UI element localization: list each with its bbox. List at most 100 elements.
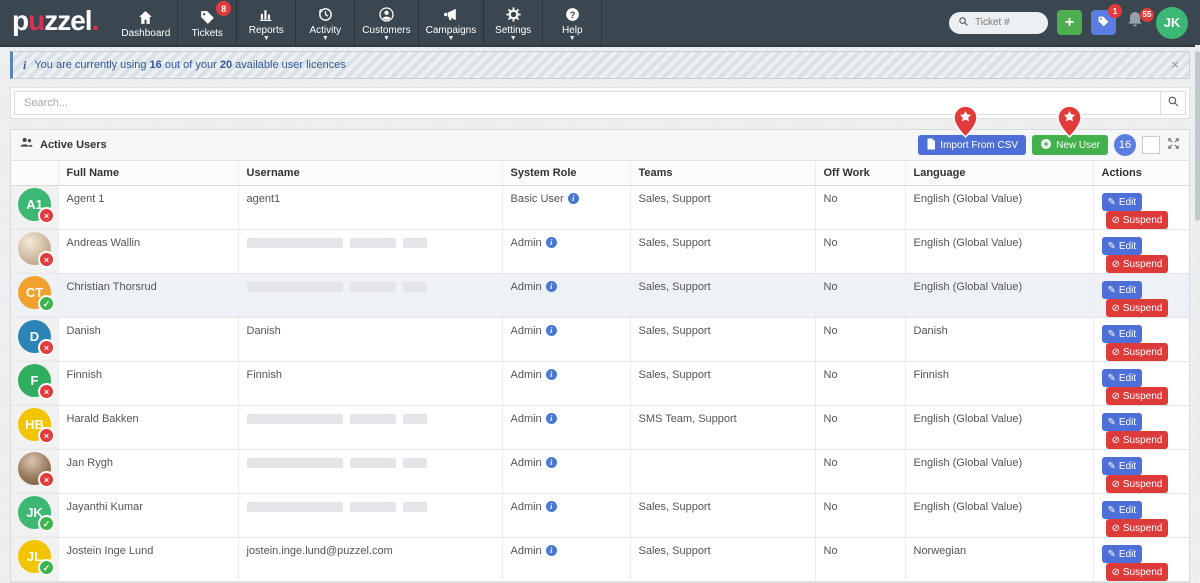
edit-button[interactable]: ✎Edit	[1102, 457, 1143, 475]
edit-button[interactable]: ✎Edit	[1102, 369, 1143, 387]
nav-item-dashboard[interactable]: Dashboard	[114, 0, 178, 45]
puzzel-logo[interactable]: puzzel.	[0, 0, 114, 45]
close-icon[interactable]: ×	[1171, 60, 1179, 70]
edit-button[interactable]: ✎Edit	[1102, 501, 1143, 519]
table-row: CT✓Christian ThorsrudAdminiSales, Suppor…	[11, 274, 1189, 318]
nav-item-tickets[interactable]: 8 Tickets	[178, 0, 237, 45]
language-cell: English (Global Value)	[905, 274, 1093, 318]
my-tickets-button[interactable]: 1	[1091, 10, 1116, 35]
teams-cell: SMS Team, Support	[630, 406, 815, 450]
redacted-text	[350, 502, 396, 512]
suspend-icon: ⊘	[1112, 391, 1120, 402]
system-role-cell: Admini	[502, 494, 630, 538]
suspend-button[interactable]: ⊘Suspend	[1106, 255, 1169, 273]
user-avatar[interactable]: JK	[1156, 7, 1188, 39]
off-work-cell: No	[815, 318, 905, 362]
ticket-search[interactable]	[949, 12, 1048, 34]
search-button[interactable]	[1161, 91, 1186, 115]
nav-item-campaigns[interactable]: Campaigns ▼	[419, 0, 485, 45]
actions-cell: ✎Edit⊘Suspend	[1093, 318, 1189, 362]
redacted-text	[350, 238, 396, 248]
edit-button[interactable]: ✎Edit	[1102, 325, 1143, 343]
info-icon[interactable]: i	[546, 325, 557, 336]
redacted-text	[350, 458, 396, 468]
tag-count-badge: 1	[1108, 4, 1122, 18]
info-icon[interactable]: i	[546, 501, 557, 512]
panel-title: Active Users	[40, 139, 107, 151]
suspend-icon: ⊘	[1112, 303, 1120, 314]
nav-item-activity[interactable]: Activity ▼	[296, 0, 355, 45]
info-icon[interactable]: i	[546, 545, 557, 556]
info-icon[interactable]: i	[546, 281, 557, 292]
panel-checkbox[interactable]	[1142, 136, 1160, 154]
redacted-text	[247, 458, 343, 468]
edit-button[interactable]: ✎Edit	[1102, 193, 1143, 211]
off-work-cell: No	[815, 494, 905, 538]
username-cell: Danish	[238, 318, 502, 362]
active-users-panel: Active Users Import From CSV New User 16	[10, 129, 1190, 583]
language-cell: Danish	[905, 318, 1093, 362]
suspend-button[interactable]: ⊘Suspend	[1106, 211, 1169, 229]
teams-cell: Sales, Support	[630, 274, 815, 318]
suspend-button[interactable]: ⊘Suspend	[1106, 519, 1169, 537]
edit-icon: ✎	[1108, 505, 1116, 516]
offline-badge-icon: ×	[38, 383, 55, 400]
redacted-text	[247, 282, 343, 292]
language-cell: English (Global Value)	[905, 230, 1093, 274]
suspend-button[interactable]: ⊘Suspend	[1106, 387, 1169, 405]
edit-button[interactable]: ✎Edit	[1102, 545, 1143, 563]
edit-button[interactable]: ✎Edit	[1102, 413, 1143, 431]
marker-pin-icon	[1057, 105, 1082, 143]
suspend-icon: ⊘	[1112, 435, 1120, 446]
info-icon[interactable]: i	[546, 457, 557, 468]
suspend-button[interactable]: ⊘Suspend	[1106, 299, 1169, 317]
suspend-button[interactable]: ⊘Suspend	[1106, 431, 1169, 449]
scrollbar[interactable]	[1195, 45, 1200, 494]
system-role-cell: Admini	[502, 318, 630, 362]
edit-button[interactable]: ✎Edit	[1102, 237, 1143, 255]
suspend-button[interactable]: ⊘Suspend	[1106, 343, 1169, 361]
notifications-count-badge: 55	[1140, 8, 1154, 22]
add-ticket-button[interactable]: +	[1057, 10, 1082, 35]
notifications-bell[interactable]: 55	[1125, 11, 1147, 35]
teams-cell	[630, 450, 815, 494]
table-row: A1×Agent 1agent1Basic UseriSales, Suppor…	[11, 186, 1189, 230]
nav-item-help[interactable]: ? Help ▼	[543, 0, 602, 45]
home-icon	[137, 8, 154, 26]
language-cell: Finnish	[905, 362, 1093, 406]
info-icon[interactable]: i	[546, 237, 557, 248]
tag-icon	[199, 8, 216, 26]
redacted-text	[403, 282, 427, 292]
username-cell: agent1	[238, 186, 502, 230]
scrollbar-thumb[interactable]	[1195, 51, 1200, 221]
redacted-text	[403, 458, 427, 468]
button-label: Suspend	[1123, 391, 1162, 402]
info-icon[interactable]: i	[568, 193, 579, 204]
off-work-cell: No	[815, 406, 905, 450]
button-label: Suspend	[1123, 259, 1162, 270]
search-input[interactable]	[14, 91, 1161, 115]
nav-item-reports[interactable]: Reports ▼	[237, 0, 296, 45]
nav-item-customers[interactable]: Customers ▼	[355, 0, 418, 45]
edit-button[interactable]: ✎Edit	[1102, 281, 1143, 299]
full-name-cell: Christian Thorsrud	[58, 274, 238, 318]
users-icon	[19, 136, 34, 154]
search-icon	[958, 14, 969, 32]
fullscreen-button[interactable]	[1166, 136, 1181, 154]
nav-item-settings[interactable]: Settings ▼	[484, 0, 543, 45]
table-row: JL✓Jostein Inge Lundjostein.inge.lund@pu…	[11, 538, 1189, 582]
ticket-number-input[interactable]	[973, 16, 1039, 29]
edit-icon: ✎	[1108, 197, 1116, 208]
avatar: JL✓	[18, 540, 51, 573]
off-work-cell: No	[815, 362, 905, 406]
column-header-avatar	[11, 161, 58, 186]
avatar: HB×	[18, 408, 51, 441]
actions-cell: ✎Edit⊘Suspend	[1093, 450, 1189, 494]
info-icon[interactable]: i	[546, 369, 557, 380]
suspend-button[interactable]: ⊘Suspend	[1106, 475, 1169, 493]
avatar: ×	[18, 452, 51, 485]
off-work-cell: No	[815, 538, 905, 582]
suspend-button[interactable]: ⊘Suspend	[1106, 563, 1169, 581]
info-icon[interactable]: i	[546, 413, 557, 424]
username-cell	[238, 494, 502, 538]
